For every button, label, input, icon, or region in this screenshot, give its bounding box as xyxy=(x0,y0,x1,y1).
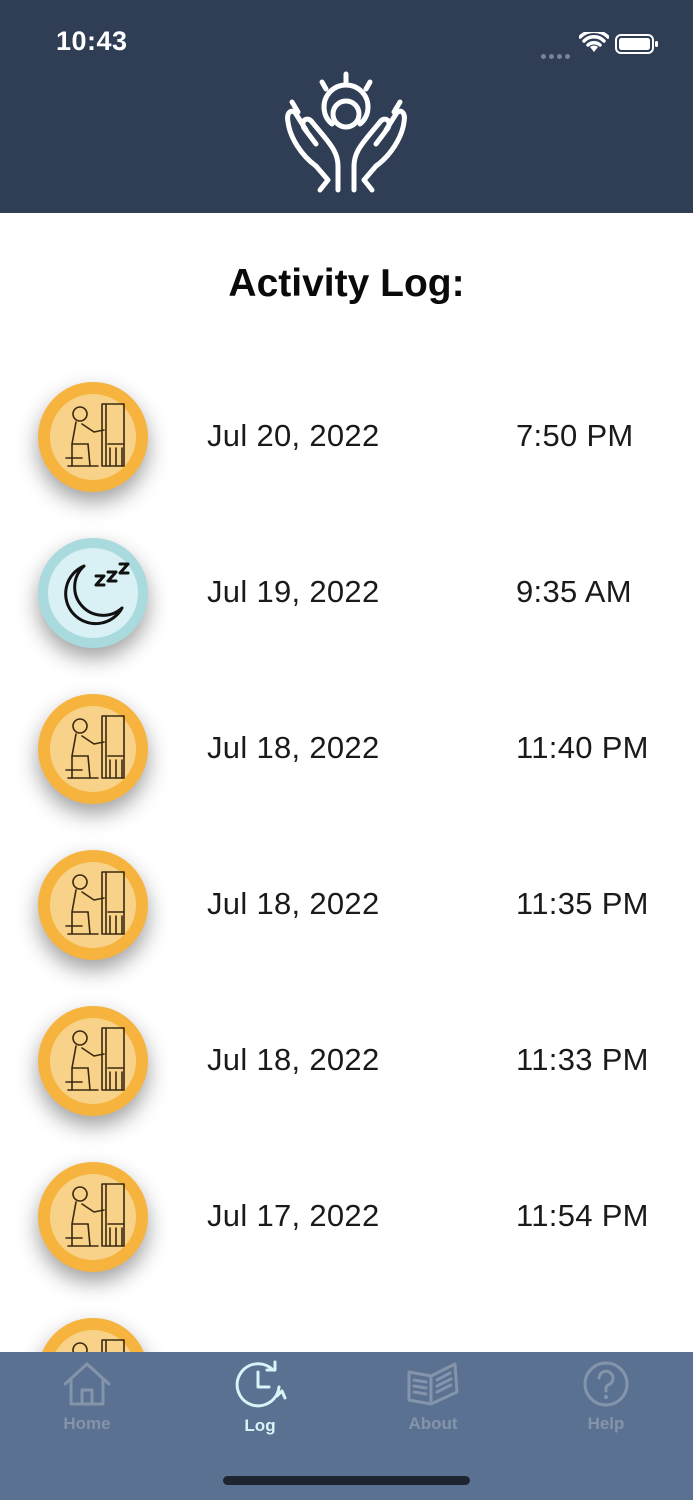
question-circle-icon xyxy=(583,1361,629,1407)
entry-time: 7:50 PM xyxy=(516,418,634,453)
entry-date: Jul 20, 2022 xyxy=(207,418,380,453)
cellular-signal-icon xyxy=(541,46,575,59)
entry-date: Jul 18, 2022 xyxy=(207,730,380,765)
entry-time: 11:54 PM xyxy=(516,1198,649,1233)
person-at-desk-icon xyxy=(65,1183,125,1247)
clock-history-icon xyxy=(235,1360,287,1408)
battery-icon xyxy=(615,34,658,54)
tab-label: About xyxy=(408,1414,458,1433)
wifi-icon xyxy=(579,32,609,52)
tab-home[interactable]: Home xyxy=(27,1360,147,1440)
activity-list[interactable]: Jul 20, 2022 7:50 PM Jul 19, 2022 9:35 A… xyxy=(0,360,693,1352)
tab-label: Log xyxy=(244,1416,276,1435)
tab-label: Home xyxy=(63,1414,111,1433)
entry-date: Jul 18, 2022 xyxy=(207,886,380,921)
person-at-desk-icon xyxy=(65,1027,125,1091)
list-item[interactable]: Jul 18, 2022 11:35 PM xyxy=(0,828,693,984)
person-at-desk-icon xyxy=(65,403,125,467)
status-time: 10:43 xyxy=(56,26,128,56)
page-title: Activity Log: xyxy=(228,262,465,305)
activity-badge xyxy=(38,850,148,960)
person-at-desk-icon xyxy=(72,1339,125,1352)
activity-badge xyxy=(38,694,148,804)
list-item[interactable] xyxy=(0,1296,693,1352)
tab-about[interactable]: About xyxy=(373,1360,493,1440)
tab-label: Help xyxy=(587,1414,625,1433)
entry-date: Jul 18, 2022 xyxy=(207,1042,380,1077)
activity-badge xyxy=(38,1006,148,1116)
hands-lightbulb-logo-icon xyxy=(285,71,407,193)
activity-badge xyxy=(38,538,148,648)
entry-time: 11:35 PM xyxy=(516,886,649,921)
app-header: 10:43 xyxy=(0,0,693,213)
entry-time: 9:35 AM xyxy=(516,574,632,609)
home-icon xyxy=(63,1362,111,1406)
entry-date: Jul 19, 2022 xyxy=(207,574,380,609)
entry-time: 11:40 PM xyxy=(516,730,649,765)
list-item[interactable]: Jul 20, 2022 7:50 PM xyxy=(0,360,693,516)
tab-log[interactable]: Log xyxy=(200,1360,320,1440)
activity-badge xyxy=(38,382,148,492)
home-indicator[interactable] xyxy=(223,1476,470,1485)
activity-badge xyxy=(38,1162,148,1272)
entry-date: Jul 17, 2022 xyxy=(207,1198,380,1233)
person-at-desk-icon xyxy=(65,715,125,779)
entry-time: 11:33 PM xyxy=(516,1042,649,1077)
activity-badge xyxy=(38,1318,148,1352)
tab-help[interactable]: Help xyxy=(546,1360,666,1440)
moon-sleep-icon xyxy=(64,562,130,626)
list-item[interactable]: Jul 17, 2022 11:54 PM xyxy=(0,1140,693,1296)
list-item[interactable]: Jul 19, 2022 9:35 AM xyxy=(0,516,693,672)
book-icon xyxy=(407,1362,459,1406)
list-item[interactable]: Jul 18, 2022 11:33 PM xyxy=(0,984,693,1140)
person-at-desk-icon xyxy=(65,871,125,935)
list-item[interactable]: Jul 18, 2022 11:40 PM xyxy=(0,672,693,828)
